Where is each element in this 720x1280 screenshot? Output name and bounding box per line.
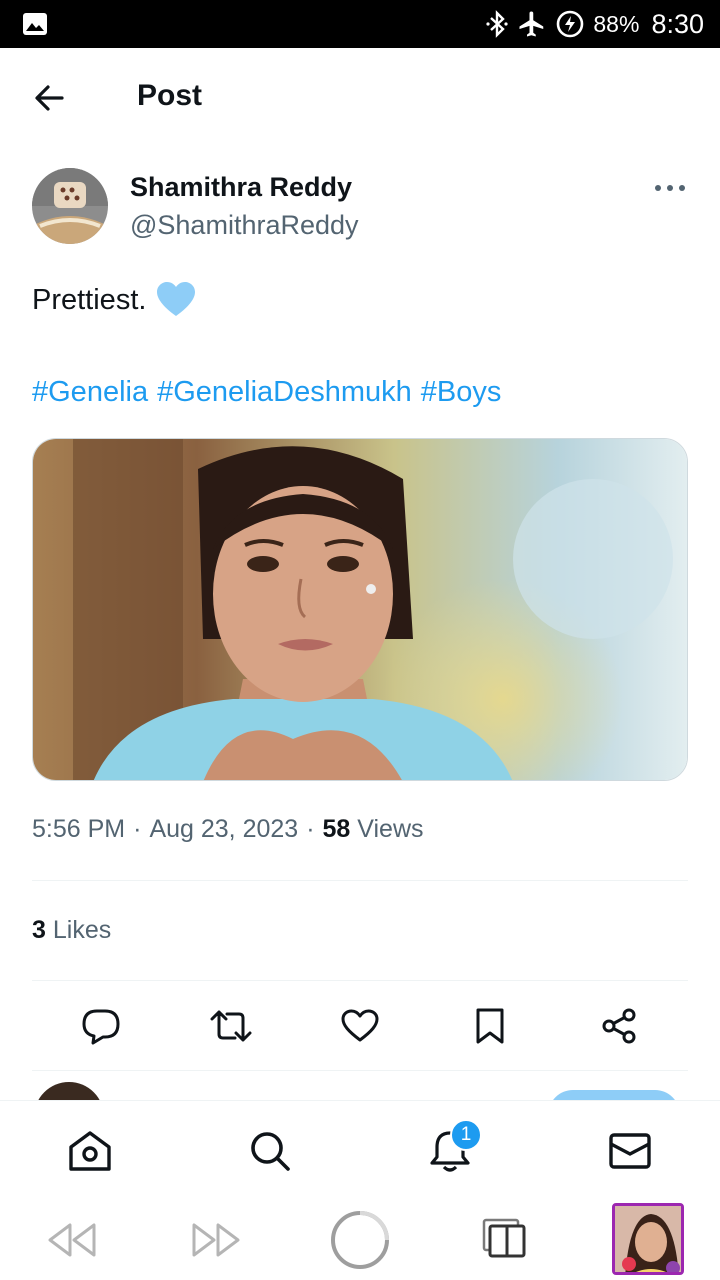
bookmark-button[interactable] <box>464 1000 516 1052</box>
author-handle[interactable]: @ShamithraReddy <box>130 210 359 241</box>
like-button[interactable] <box>334 1000 386 1052</box>
tweet-date[interactable]: Aug 23, 2023 <box>149 815 298 844</box>
hashtag-link[interactable]: #Boys <box>421 376 502 409</box>
loading-circle-icon <box>331 1211 389 1269</box>
search-icon <box>251 1132 290 1171</box>
retweet-button[interactable] <box>205 1000 257 1052</box>
more-options-icon[interactable] <box>648 174 692 202</box>
home-button[interactable] <box>328 1208 392 1272</box>
fast-forward-button[interactable] <box>188 1218 244 1262</box>
hashtag-link[interactable]: #GeneliaDeshmukh <box>157 376 412 409</box>
tweet-text-content: Prettiest. <box>32 283 147 316</box>
bottom-navigation: 1 <box>0 1100 720 1198</box>
fast-forward-icon <box>192 1223 240 1257</box>
page-header: Post <box>0 48 720 148</box>
battery-saver-icon <box>557 10 584 38</box>
author-avatar[interactable] <box>32 168 108 244</box>
share-icon <box>602 1008 636 1044</box>
tweet-text: Prettiest. <box>32 282 196 318</box>
blue-heart-icon <box>157 282 196 316</box>
nav-search[interactable] <box>244 1125 296 1177</box>
rewind-icon <box>48 1223 96 1257</box>
share-button[interactable] <box>593 1000 645 1052</box>
divider <box>32 1070 688 1071</box>
home-icon <box>69 1131 111 1171</box>
airplane-mode-icon <box>519 11 544 37</box>
hashtag-link[interactable]: #Genelia <box>32 376 148 409</box>
status-bar: 88% 8:30 <box>0 0 720 48</box>
mail-icon <box>609 1133 651 1169</box>
gallery-notification-icon <box>23 13 47 35</box>
tweet-time: 5:56 PM <box>32 815 126 843</box>
notification-badge: 1 <box>450 1119 482 1151</box>
reply-icon <box>82 1009 120 1045</box>
nav-home[interactable] <box>64 1125 116 1177</box>
bluetooth-icon <box>486 10 508 38</box>
divider <box>32 880 688 881</box>
bookmark-icon <box>476 1008 504 1044</box>
tweet-actions <box>32 1000 688 1052</box>
nav-messages[interactable] <box>604 1125 656 1177</box>
views-count[interactable]: 58 Views <box>323 815 424 844</box>
likes-count[interactable]: 3 Likes <box>32 916 111 945</box>
app-thumbnail[interactable] <box>612 1203 684 1275</box>
retweet-icon <box>210 1010 252 1042</box>
tweet-image[interactable] <box>32 438 688 781</box>
tabs-icon <box>482 1218 526 1258</box>
rewind-button[interactable] <box>44 1218 100 1262</box>
author-name[interactable]: Shamithra Reddy <box>130 172 352 203</box>
page-title: Post <box>137 79 203 112</box>
divider <box>32 980 688 981</box>
back-arrow-button[interactable] <box>28 78 72 118</box>
hashtag-list: #Genelia #GeneliaDeshmukh #Boys <box>32 376 501 409</box>
clock: 8:30 <box>651 8 704 39</box>
recent-apps-button[interactable] <box>478 1214 530 1262</box>
heart-icon <box>341 1009 379 1042</box>
battery-level: 88% <box>593 10 640 37</box>
tweet-meta: 5:56 PM · Aug 23, 2023 · 58 Views <box>32 815 424 844</box>
reply-button[interactable] <box>75 1000 127 1052</box>
